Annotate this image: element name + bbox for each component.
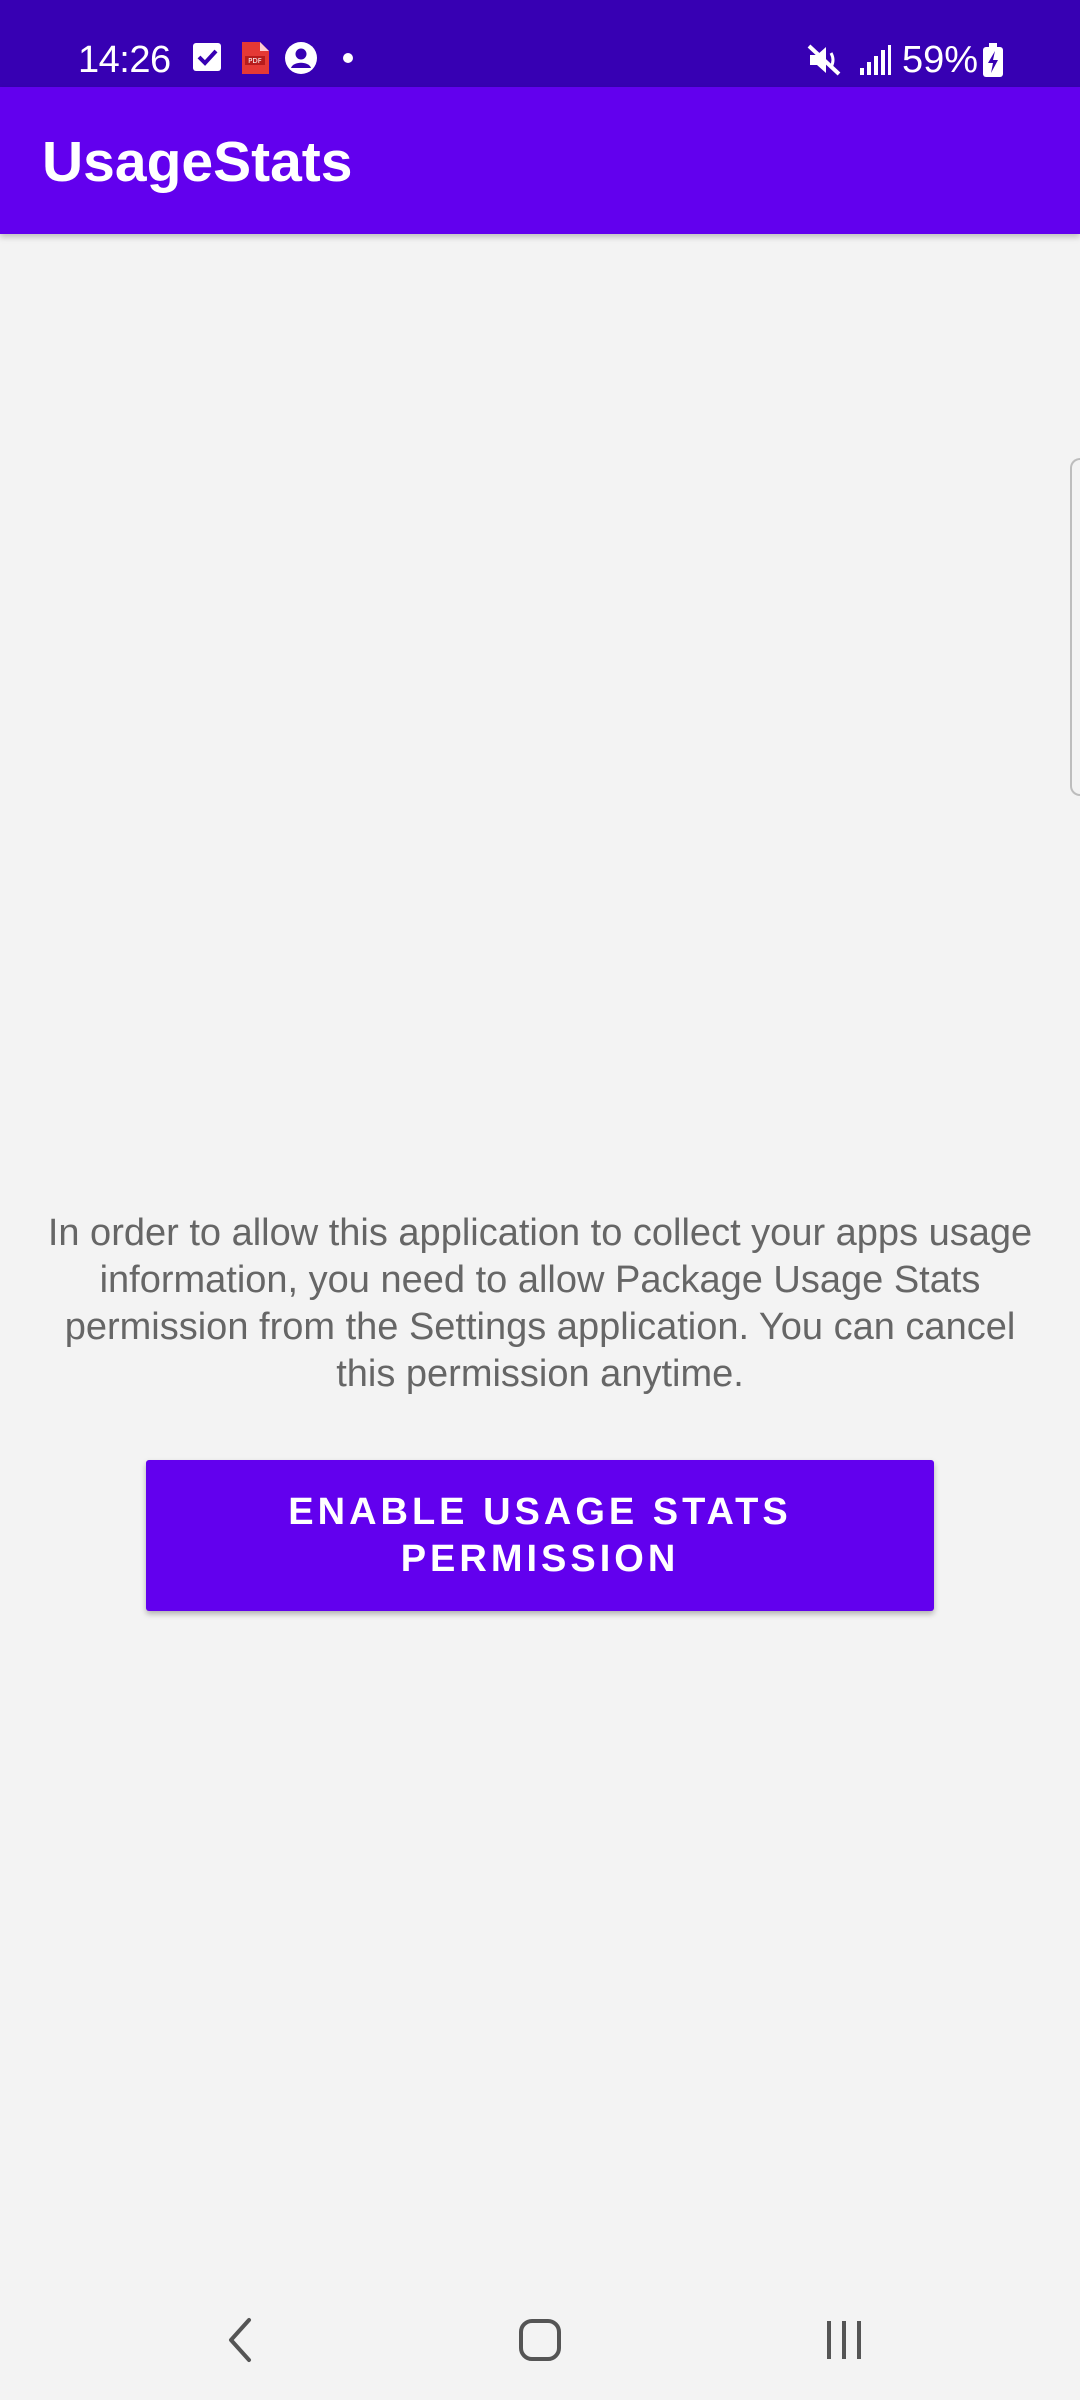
signal-icon: [859, 45, 891, 75]
app-title: UsageStats: [42, 130, 353, 194]
recents-button[interactable]: [744, 2280, 944, 2400]
back-icon: [229, 2318, 251, 2362]
home-button[interactable]: [440, 2280, 640, 2400]
enable-permission-button[interactable]: ENABLE USAGE STATS PERMISSION: [146, 1460, 934, 1611]
account-icon: [285, 42, 317, 74]
recents-icon: [827, 2321, 861, 2359]
pdf-icon: PDF: [242, 42, 269, 74]
home-icon: [519, 2319, 561, 2361]
status-bar: 14:26 PDF 59%: [0, 0, 1080, 87]
status-time: 14:26: [78, 39, 171, 81]
status-right: 59%: [806, 36, 1004, 84]
edge-panel-handle[interactable]: [1070, 458, 1080, 796]
svg-text:PDF: PDF: [248, 57, 262, 65]
checkbox-icon: [193, 43, 221, 71]
battery-charging-icon: [983, 43, 1003, 77]
dot-icon: [343, 53, 353, 63]
navigation-bar: [0, 2280, 1080, 2400]
battery-percentage: 59%: [901, 39, 978, 81]
app-bar: UsageStats: [0, 87, 1080, 234]
mute-icon: [807, 44, 841, 76]
back-button[interactable]: [140, 2280, 340, 2400]
permission-message: In order to allow this application to co…: [47, 1212, 1033, 1395]
